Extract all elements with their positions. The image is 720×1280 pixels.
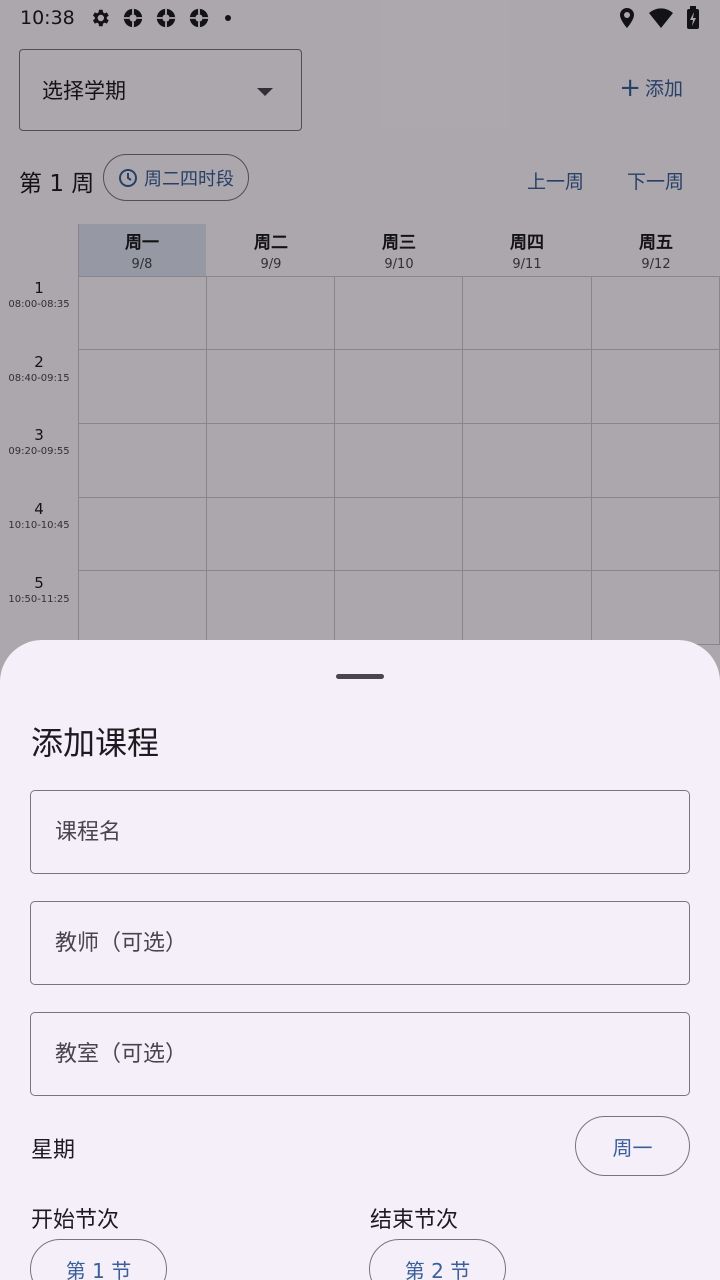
drag-handle[interactable] bbox=[336, 674, 384, 679]
course-name-field[interactable] bbox=[30, 790, 690, 874]
course-name-input[interactable] bbox=[55, 819, 655, 845]
weekday-select-button[interactable]: 周一 bbox=[575, 1116, 690, 1176]
end-period-button[interactable]: 第 2 节 bbox=[369, 1239, 506, 1280]
room-field[interactable] bbox=[30, 1012, 690, 1096]
room-input[interactable] bbox=[55, 1041, 655, 1067]
weekday-label: 星期 bbox=[31, 1138, 76, 1163]
start-period-label: 开始节次 bbox=[31, 1208, 120, 1233]
start-period-button[interactable]: 第 1 节 bbox=[30, 1239, 167, 1280]
sheet-title: 添加课程 bbox=[31, 724, 160, 762]
add-course-sheet: 添加课程 星期 周一 开始节次 结束节次 第 1 节 第 2 节 bbox=[0, 640, 720, 1280]
end-period-label: 结束节次 bbox=[370, 1208, 459, 1233]
teacher-field[interactable] bbox=[30, 901, 690, 985]
teacher-input[interactable] bbox=[55, 930, 655, 956]
